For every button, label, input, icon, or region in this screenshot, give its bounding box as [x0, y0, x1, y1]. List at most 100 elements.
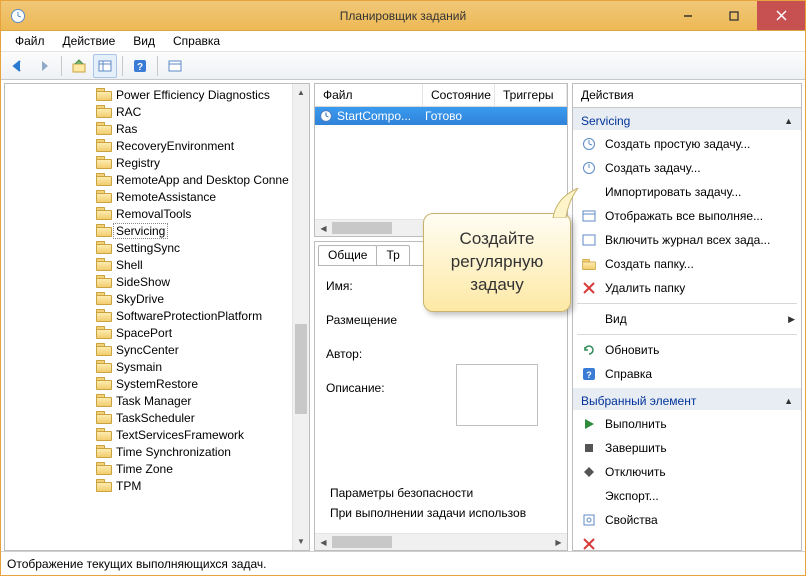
scrollbar-thumb[interactable] [295, 324, 307, 414]
tree-item[interactable]: Power Efficiency Diagnostics [5, 86, 309, 103]
scroll-down-icon[interactable]: ▼ [293, 533, 309, 550]
scroll-right-icon[interactable]: ▶ [550, 534, 567, 550]
list-view-button[interactable] [93, 54, 117, 78]
tab-triggers[interactable]: Тр [376, 245, 409, 265]
col-file[interactable]: Файл [315, 84, 423, 106]
tree-item[interactable]: Registry [5, 154, 309, 171]
action-new-folder[interactable]: Создать папку... [573, 252, 801, 276]
delete-icon [581, 280, 597, 296]
tree-item[interactable]: RemoteApp and Desktop Conne [5, 171, 309, 188]
tree-item[interactable]: TextServicesFramework [5, 426, 309, 443]
action-help[interactable]: ? Справка [573, 362, 801, 386]
action-enable-history[interactable]: Включить журнал всех зада... [573, 228, 801, 252]
author-label: Автор: [326, 347, 362, 361]
tree-item[interactable]: SyncCenter [5, 341, 309, 358]
tab-general[interactable]: Общие [318, 245, 377, 265]
action-delete-folder[interactable]: Удалить папку [573, 276, 801, 300]
folder-icon [96, 326, 112, 339]
action-label: Включить журнал всех зада... [605, 233, 795, 247]
col-state[interactable]: Состояние [423, 84, 495, 106]
task-state: Готово [425, 109, 462, 123]
action-properties[interactable]: Свойства [573, 508, 801, 532]
tree-item[interactable]: Time Synchronization [5, 443, 309, 460]
action-delete-selected[interactable] [573, 532, 801, 550]
actions-group-selected[interactable]: Выбранный элемент ▲ [573, 388, 801, 410]
toolbar-sep [61, 56, 62, 76]
tree-label: TextServicesFramework [116, 428, 244, 442]
action-label: Удалить папку [605, 281, 795, 295]
folder-icon [96, 258, 112, 271]
tree-item[interactable]: SpacePort [5, 324, 309, 341]
menu-help[interactable]: Справка [165, 32, 228, 50]
tree-item[interactable]: Task Manager [5, 392, 309, 409]
tree-item[interactable]: Time Zone [5, 460, 309, 477]
run-icon [581, 416, 597, 432]
tree-label: Shell [116, 258, 143, 272]
tree-item[interactable]: SideShow [5, 273, 309, 290]
back-button[interactable] [6, 54, 30, 78]
close-button[interactable] [757, 1, 805, 30]
tree-item[interactable]: RecoveryEnvironment [5, 137, 309, 154]
tree-label: SkyDrive [116, 292, 164, 306]
tree-scroll[interactable]: Power Efficiency DiagnosticsRACRasRecove… [5, 84, 309, 550]
action-create-basic-task[interactable]: Создать простую задачу... [573, 132, 801, 156]
actions-group-servicing[interactable]: Servicing ▲ [573, 108, 801, 130]
refresh-button[interactable] [163, 54, 187, 78]
help-button[interactable]: ? [128, 54, 152, 78]
action-show-running[interactable]: Отображать все выполняе... [573, 204, 801, 228]
action-label: Экспорт... [605, 489, 795, 503]
collapse-icon: ▲ [784, 396, 793, 406]
scroll-left-icon[interactable]: ◀ [315, 534, 332, 550]
tree-item[interactable]: Servicing [5, 222, 309, 239]
refresh-icon [581, 342, 597, 358]
tree-item[interactable]: SoftwareProtectionPlatform [5, 307, 309, 324]
tree-item[interactable]: TaskScheduler [5, 409, 309, 426]
action-view[interactable]: Вид ▶ [573, 307, 801, 331]
detail-scrollbar-h[interactable]: ◀ ▶ [315, 533, 567, 550]
delete-icon [581, 536, 597, 550]
tree-item[interactable]: Ras [5, 120, 309, 137]
group-label: Выбранный элемент [581, 394, 696, 408]
action-run[interactable]: Выполнить [573, 412, 801, 436]
tree-item[interactable]: RemovalTools [5, 205, 309, 222]
scrollbar-thumb-h[interactable] [332, 222, 392, 234]
action-refresh[interactable]: Обновить [573, 338, 801, 362]
tree-item[interactable]: RAC [5, 103, 309, 120]
menu-file[interactable]: Файл [7, 32, 53, 50]
tree-scrollbar[interactable]: ▲ ▼ [292, 84, 309, 550]
action-end[interactable]: Завершить [573, 436, 801, 460]
action-import-task[interactable]: Импортировать задачу... [573, 180, 801, 204]
task-row[interactable]: StartCompo... Готово [315, 107, 567, 125]
tree-item[interactable]: SettingSync [5, 239, 309, 256]
description-textbox[interactable] [456, 364, 538, 426]
scrollbar-thumb-h[interactable] [332, 536, 392, 548]
tree-label: Time Zone [116, 462, 173, 476]
folder-icon [96, 139, 112, 152]
forward-button[interactable] [32, 54, 56, 78]
app-window: Планировщик заданий Файл Действие Вид Сп… [0, 0, 806, 576]
tree-item[interactable]: RemoteAssistance [5, 188, 309, 205]
scroll-left-icon[interactable]: ◀ [315, 220, 332, 236]
up-button[interactable] [67, 54, 91, 78]
menu-action[interactable]: Действие [55, 32, 124, 50]
svg-text:?: ? [137, 62, 143, 73]
action-label: Импортировать задачу... [605, 185, 795, 199]
menu-view[interactable]: Вид [125, 32, 163, 50]
action-disable[interactable]: Отключить [573, 460, 801, 484]
action-export[interactable]: Экспорт... [573, 484, 801, 508]
action-create-task[interactable]: Создать задачу... [573, 156, 801, 180]
tree-item[interactable]: Shell [5, 256, 309, 273]
tree-item[interactable]: SkyDrive [5, 290, 309, 307]
tree-item[interactable]: SystemRestore [5, 375, 309, 392]
minimize-button[interactable] [665, 1, 711, 30]
action-label: Выполнить [605, 417, 795, 431]
folder-icon [96, 360, 112, 373]
tree-label: Servicing [113, 223, 168, 239]
folder-icon [96, 190, 112, 203]
scroll-up-icon[interactable]: ▲ [293, 84, 309, 101]
col-triggers[interactable]: Триггеры [495, 84, 567, 106]
tree-item[interactable]: TPM [5, 477, 309, 494]
tree-item[interactable]: Sysmain [5, 358, 309, 375]
folder-icon [96, 105, 112, 118]
maximize-button[interactable] [711, 1, 757, 30]
